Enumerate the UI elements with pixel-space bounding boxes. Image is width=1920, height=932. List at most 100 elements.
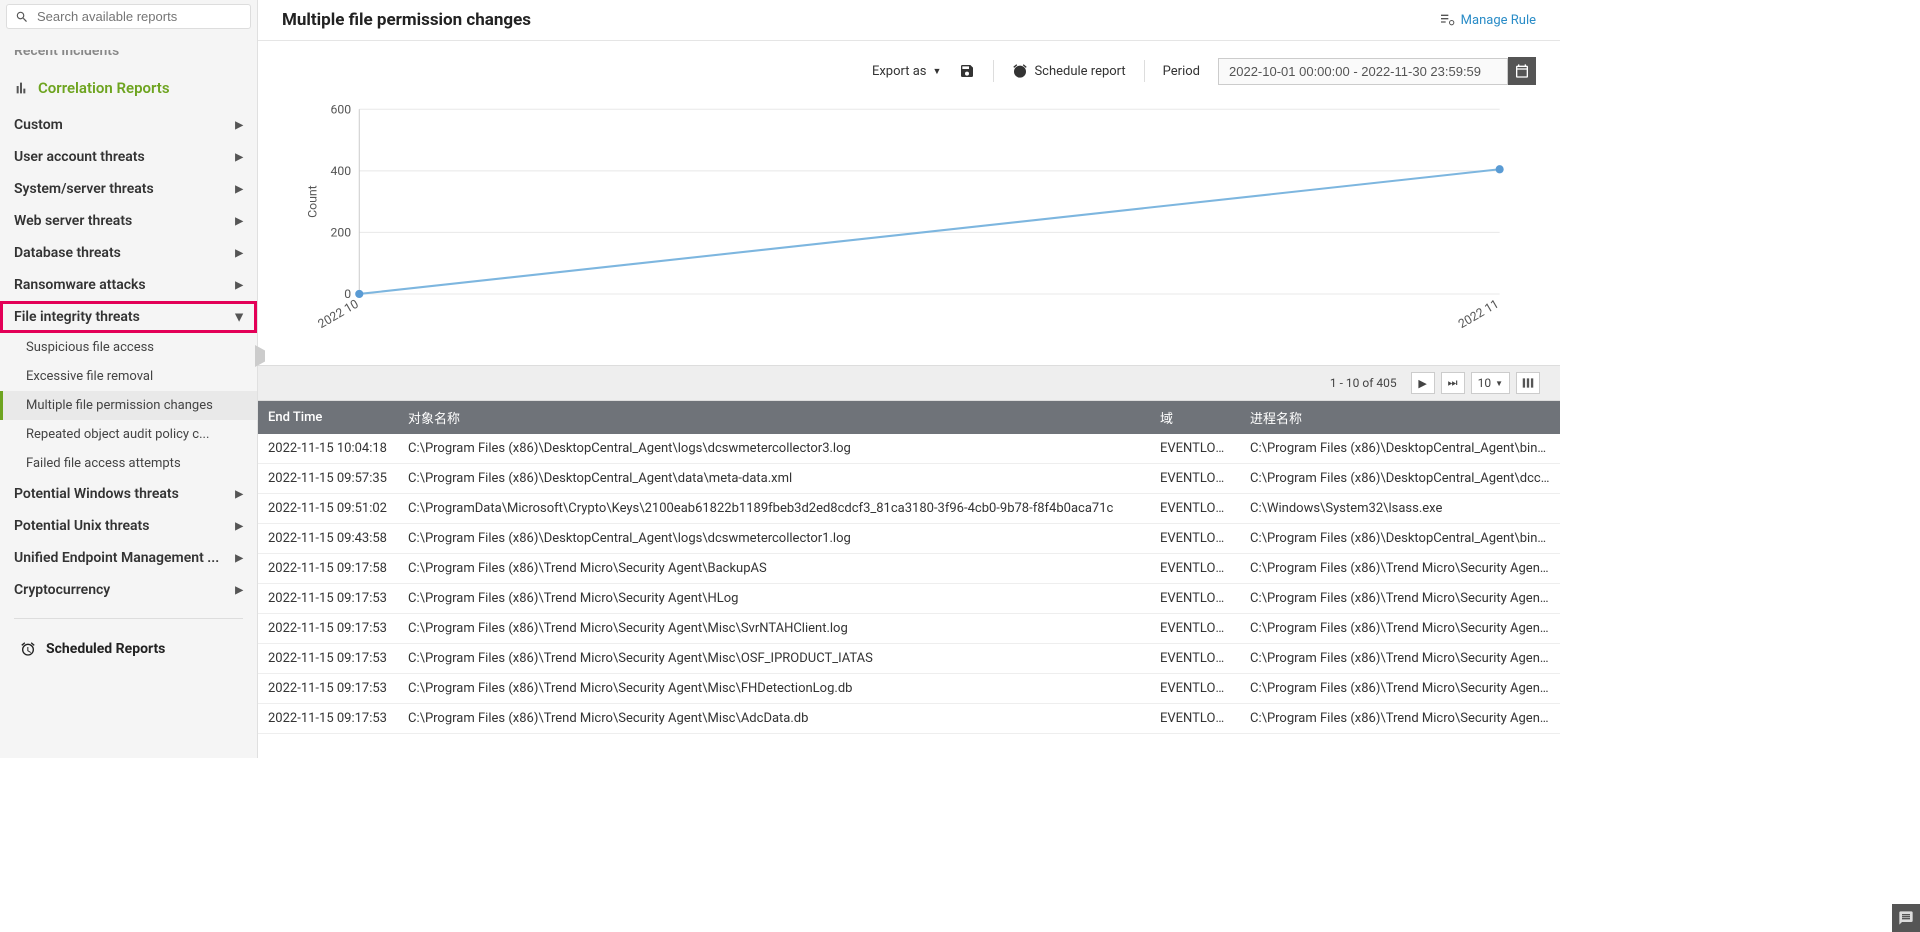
column-settings-button[interactable]: [1516, 372, 1540, 394]
calendar-button[interactable]: [1508, 57, 1536, 85]
nav-item-label: Potential Unix threats: [14, 518, 149, 534]
period-input[interactable]: [1218, 58, 1508, 85]
table-row[interactable]: 2022-11-15 09:17:53 C:\Program Files (x86…: [258, 584, 1560, 614]
page-size-value: 10: [1478, 376, 1492, 390]
toolbar: Export as ▼ Schedule report Period: [258, 41, 1560, 95]
table-cell: C:\Program Files (x86)\Trend Micro\Secur…: [1240, 644, 1560, 674]
export-dropdown[interactable]: Export as ▼: [872, 64, 941, 79]
table-cell: 2022-11-15 09:17:53: [258, 644, 398, 674]
nav-item-label: Cryptocurrency: [14, 582, 110, 598]
nav-subitem[interactable]: Excessive file removal: [0, 362, 257, 391]
table-cell: C:\Windows\System32\lsass.exe: [1240, 494, 1560, 524]
chevron-right-icon: ▶: [235, 216, 243, 227]
chevron-right-icon: ▶: [235, 553, 243, 564]
nav-section-label: Correlation Reports: [38, 79, 170, 97]
table-row[interactable]: 2022-11-15 09:17:53 C:\Program Files (x86…: [258, 704, 1560, 734]
table-row[interactable]: 2022-11-15 09:17:53C:\Program Files (x86…: [258, 644, 1560, 674]
table-cell: C:\Program Files (x86)\Trend Micro\Secur…: [398, 644, 1150, 674]
chevron-right-icon: ▶: [235, 184, 243, 195]
results-table: End Time对象名称域进程名称 2022-11-15 10:04:18C:\…: [258, 401, 1560, 734]
caret-down-icon: ▼: [1495, 379, 1503, 388]
chevron-right-icon: ▶: [234, 313, 245, 321]
table-cell: C:\ProgramData\Microsoft\Crypto\Keys\210…: [398, 494, 1150, 524]
nav-item-label: Web server threats: [14, 213, 132, 229]
search-input[interactable]: [37, 9, 242, 24]
table-cell: 2022-11-15 09:17:53: [258, 584, 398, 614]
caret-down-icon: ▼: [933, 66, 942, 77]
page-size-select[interactable]: 10 ▼: [1471, 372, 1510, 394]
table-cell: 2022-11-15 09:17:53: [258, 674, 398, 704]
table-row[interactable]: 2022-11-15 09:17:58C:\Program Files (x86…: [258, 554, 1560, 584]
table-row[interactable]: 2022-11-15 09:43:58C:\Program Files (x86…: [258, 524, 1560, 554]
table-cell: C:\Program Files (x86)\Trend Micro\Secur…: [1240, 584, 1560, 614]
table-cell: C:\Program Files (x86)\DesktopCentral_Ag…: [398, 434, 1150, 464]
manage-rule-link[interactable]: Manage Rule: [1439, 12, 1536, 28]
table-cell: 2022-11-15 09:57:35: [258, 464, 398, 494]
nav-item[interactable]: User account threats▶: [0, 141, 257, 173]
table-cell: EVENTLOG2: [1150, 584, 1240, 614]
svg-text:400: 400: [331, 164, 352, 178]
nav-subitem[interactable]: Repeated object audit policy c...: [0, 420, 257, 449]
nav-section-correlation-reports[interactable]: Correlation Reports: [0, 67, 257, 109]
column-header[interactable]: 域: [1150, 401, 1240, 434]
table-row[interactable]: 2022-11-15 09:17:53C:\Program Files (x86…: [258, 614, 1560, 644]
chart-area: 0200400600Count2022 102022 11: [258, 95, 1560, 365]
nav-item[interactable]: Database threats▶: [0, 237, 257, 269]
pagination-info: 1 - 10 of 405: [1330, 376, 1397, 390]
table-cell: 2022-11-15 09:17:53: [258, 704, 398, 734]
table-cell: C:\Program Files (x86)\DesktopCentral_Ag…: [1240, 524, 1560, 554]
column-header[interactable]: 进程名称: [1240, 401, 1560, 434]
table-row[interactable]: 2022-11-15 10:04:18C:\Program Files (x86…: [258, 434, 1560, 464]
nav-item[interactable]: Ransomware attacks▶: [0, 269, 257, 301]
last-page-button[interactable]: ⏭: [1441, 372, 1465, 394]
nav-item-label: Custom: [14, 117, 63, 133]
svg-text:600: 600: [331, 102, 352, 116]
search-box[interactable]: [6, 4, 251, 29]
table-cell: EVENTLOG2: [1150, 464, 1240, 494]
schedule-report-button[interactable]: Schedule report: [1012, 63, 1125, 79]
save-report-button[interactable]: [959, 63, 975, 79]
page-header: Multiple file permission changes Manage …: [258, 0, 1560, 41]
table-cell: EVENTLOG2: [1150, 614, 1240, 644]
line-chart: 0200400600Count2022 102022 11: [288, 99, 1520, 335]
nav-item[interactable]: File integrity threats▶: [0, 301, 257, 333]
table-cell: C:\Program Files (x86)\Trend Micro\Secur…: [1240, 674, 1560, 704]
table-controls: 1 - 10 of 405 ▶ ⏭ 10 ▼: [258, 365, 1560, 401]
nav-item-label: User account threats: [14, 149, 145, 165]
nav-subitem[interactable]: Suspicious file access: [0, 333, 257, 362]
table-cell: 2022-11-15 09:17:53: [258, 614, 398, 644]
nav-item[interactable]: Unified Endpoint Management ...▶: [0, 542, 257, 574]
page-title: Multiple file permission changes: [282, 10, 531, 30]
alarm-clock-icon: [20, 641, 36, 657]
nav-item[interactable]: Web server threats ▶: [0, 205, 257, 237]
nav-prev-section: Recent Incidents: [0, 33, 257, 67]
chat-icon: [1898, 910, 1914, 926]
main-content: Multiple file permission changes Manage …: [258, 0, 1560, 758]
next-page-button[interactable]: ▶: [1411, 372, 1435, 394]
nav-item[interactable]: System/server threats▶: [0, 173, 257, 205]
scheduled-reports[interactable]: Scheduled Reports: [0, 631, 257, 667]
column-header[interactable]: 对象名称: [398, 401, 1150, 434]
feedback-button[interactable]: [1892, 904, 1920, 932]
chevron-right-icon: ▶: [235, 248, 243, 259]
table-cell: C:\Program Files (x86)\Trend Micro\Secur…: [398, 614, 1150, 644]
chevron-right-icon: ▶: [235, 280, 243, 291]
table-row[interactable]: 2022-11-15 09:17:53 C:\Program Files (x86…: [258, 674, 1560, 704]
svg-text:Count: Count: [306, 185, 320, 218]
nav-item[interactable]: Potential Windows threats▶: [0, 478, 257, 510]
table-cell: C:\Program Files (x86)\Trend Micro\Secur…: [1240, 614, 1560, 644]
separator: [1144, 60, 1145, 82]
table-row[interactable]: 2022-11-15 09:57:35C:\Program Files (x86…: [258, 464, 1560, 494]
nav-item[interactable]: Custom ▶: [0, 109, 257, 141]
column-header[interactable]: End Time: [258, 401, 398, 434]
chevron-right-icon: ▶: [235, 120, 243, 131]
nav-subitem[interactable]: Failed file access attempts: [0, 449, 257, 478]
svg-text:2022 11: 2022 11: [1456, 297, 1501, 331]
table-cell: C:\Program Files (x86)\Trend Micro\Secur…: [1240, 704, 1560, 734]
nav-item[interactable]: Cryptocurrency▶: [0, 574, 257, 606]
nav-item[interactable]: Potential Unix threats▶: [0, 510, 257, 542]
svg-text:200: 200: [331, 225, 352, 239]
nav-subitem[interactable]: Multiple file permission changes: [0, 391, 257, 420]
period-picker: [1218, 57, 1536, 85]
table-row[interactable]: 2022-11-15 09:51:02C:\ProgramData\Micros…: [258, 494, 1560, 524]
